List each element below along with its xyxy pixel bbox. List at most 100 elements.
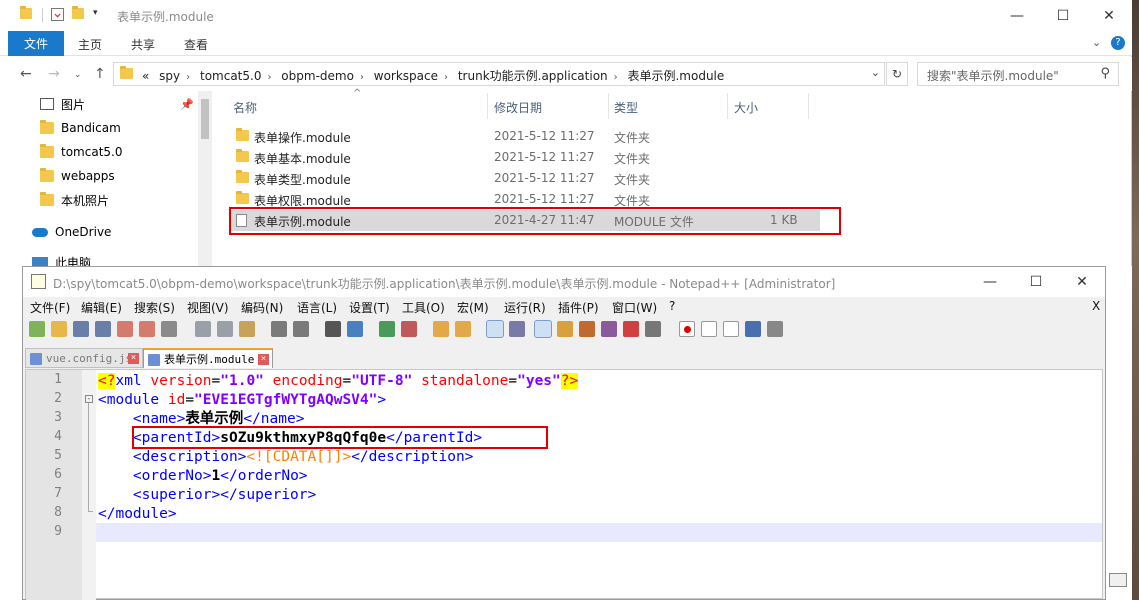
menu-run[interactable]: 运行(R) xyxy=(504,299,546,316)
minimize-button[interactable]: — xyxy=(994,0,1040,31)
properties-icon[interactable] xyxy=(51,8,64,21)
new-folder-icon[interactable] xyxy=(72,6,84,22)
close-tab-icon[interactable]: × xyxy=(258,354,269,365)
address-bar[interactable]: « spy › tomcat5.0 › obpm-demo › workspace › … xyxy=(113,62,885,86)
menu-search[interactable]: 搜索(S) xyxy=(134,299,175,316)
save-icon[interactable] xyxy=(73,321,89,337)
replace-icon[interactable] xyxy=(347,321,363,337)
redo-icon[interactable] xyxy=(293,321,309,337)
file-row[interactable]: 表单类型.module 2021-5-12 11:27 文件夹 xyxy=(230,168,820,189)
breadcrumb-item[interactable]: 表单示例.module xyxy=(627,69,724,83)
doc-map-icon[interactable] xyxy=(579,321,595,337)
tab-file[interactable]: 文件 xyxy=(8,31,64,56)
menu-plugins[interactable]: 插件(P) xyxy=(558,299,599,316)
breadcrumb-prefix[interactable]: « xyxy=(142,69,149,83)
close-all-icon[interactable] xyxy=(139,321,155,337)
folder-workspace-icon[interactable] xyxy=(623,321,639,337)
scrollbar-thumb[interactable] xyxy=(201,99,209,139)
sidebar-item-tomcat[interactable]: tomcat5.0 xyxy=(40,142,122,162)
find-icon[interactable] xyxy=(325,321,341,337)
back-arrow-icon[interactable]: ← xyxy=(20,66,32,82)
tab-view[interactable]: 查看 xyxy=(184,36,208,53)
udl-icon[interactable] xyxy=(557,321,573,337)
recent-dropdown-icon[interactable]: ⌄ xyxy=(74,70,82,80)
close-tab-icon[interactable]: × xyxy=(128,353,139,364)
tab-home[interactable]: 主页 xyxy=(78,36,102,53)
menu-settings[interactable]: 设置(T) xyxy=(349,299,390,316)
cut-icon[interactable] xyxy=(195,321,211,337)
undo-icon[interactable] xyxy=(271,321,287,337)
folder-icon[interactable] xyxy=(20,6,32,22)
show-all-chars-icon[interactable] xyxy=(509,321,525,337)
sync-vertical-icon[interactable] xyxy=(433,321,449,337)
chevron-right-icon[interactable]: › xyxy=(360,72,364,83)
open-file-icon[interactable] xyxy=(51,321,67,337)
breadcrumb-item[interactable]: spy xyxy=(159,69,180,83)
menu-window[interactable]: 窗口(W) xyxy=(612,299,657,316)
address-dropdown-icon[interactable]: ⌄ xyxy=(871,66,880,79)
chevron-right-icon[interactable]: › xyxy=(614,72,618,83)
column-divider[interactable] xyxy=(487,93,488,119)
quick-access-dropdown-icon[interactable]: ▾ xyxy=(93,8,98,18)
run-macro-multiple-icon[interactable] xyxy=(745,321,761,337)
sidebar-item-onedrive[interactable]: OneDrive xyxy=(32,222,111,242)
save-all-icon[interactable] xyxy=(95,321,111,337)
breadcrumb-item[interactable]: tomcat5.0 xyxy=(200,69,261,83)
forward-arrow-icon[interactable]: → xyxy=(48,66,60,82)
maximize-button[interactable]: ☐ xyxy=(1040,0,1086,31)
print-icon[interactable] xyxy=(161,321,177,337)
file-row[interactable]: 表单操作.module 2021-5-12 11:27 文件夹 xyxy=(230,126,820,147)
close-document-x[interactable]: X xyxy=(1092,299,1100,313)
sidebar-item-this-pc[interactable]: 此电脑 xyxy=(32,254,91,266)
tab-vue-config[interactable]: vue.config.js × xyxy=(25,348,143,368)
sidebar-scrollbar[interactable] xyxy=(198,91,212,266)
sidebar-item-photos[interactable]: 本机照片 xyxy=(40,190,109,210)
zoom-in-icon[interactable] xyxy=(379,321,395,337)
menu-macro[interactable]: 宏(M) xyxy=(457,299,489,316)
menu-view[interactable]: 视图(V) xyxy=(187,299,229,316)
menu-help[interactable]: ? xyxy=(669,299,675,313)
sidebar-item-pictures[interactable]: 图片 📌 xyxy=(40,94,194,114)
stop-macro-icon[interactable] xyxy=(701,321,717,337)
file-row[interactable]: 表单基本.module 2021-5-12 11:27 文件夹 xyxy=(230,147,820,168)
breadcrumb-item[interactable]: trunk功能示例.application xyxy=(458,69,608,83)
menu-tools[interactable]: 工具(O) xyxy=(402,299,445,316)
sidebar-item-bandicam[interactable]: Bandicam xyxy=(40,118,121,138)
zoom-out-icon[interactable] xyxy=(401,321,417,337)
column-header-size[interactable]: 大小 xyxy=(734,99,758,116)
record-macro-icon[interactable] xyxy=(679,321,695,337)
help-icon[interactable]: ? xyxy=(1111,36,1125,50)
column-header-name[interactable]: 名称 xyxy=(233,99,257,116)
code-editor[interactable]: 1 2 3 4 5 6 7 8 9 - <?xml version="1.0" … xyxy=(25,369,1103,600)
tab-form-module[interactable]: 表单示例.module × xyxy=(143,348,273,368)
new-file-icon[interactable] xyxy=(29,321,45,337)
close-button[interactable]: ✕ xyxy=(1059,267,1105,297)
column-header-type[interactable]: 类型 xyxy=(614,99,638,116)
refresh-button[interactable]: ↻ xyxy=(886,62,908,86)
breadcrumb-item[interactable]: obpm-demo xyxy=(281,69,354,83)
menu-language[interactable]: 语言(L) xyxy=(297,299,337,316)
copy-icon[interactable] xyxy=(217,321,233,337)
column-divider[interactable] xyxy=(808,93,809,119)
menu-encoding[interactable]: 编码(N) xyxy=(241,299,283,316)
breadcrumb-item[interactable]: workspace xyxy=(374,69,438,83)
sidebar-item-webapps[interactable]: webapps xyxy=(40,166,115,186)
minimize-button[interactable]: — xyxy=(967,267,1013,297)
pin-icon[interactable]: 📌 xyxy=(180,98,194,111)
save-macro-icon[interactable] xyxy=(767,321,783,337)
maximize-button[interactable]: ☐ xyxy=(1013,267,1059,297)
ribbon-expand-chevron-icon[interactable]: ⌄ xyxy=(1092,36,1101,49)
chevron-right-icon[interactable]: › xyxy=(267,72,271,83)
menu-edit[interactable]: 编辑(E) xyxy=(81,299,122,316)
tab-share[interactable]: 共享 xyxy=(131,36,155,53)
close-button[interactable]: ✕ xyxy=(1086,0,1132,31)
close-file-icon[interactable] xyxy=(117,321,133,337)
column-divider[interactable] xyxy=(727,93,728,119)
column-header-date[interactable]: 修改日期 xyxy=(494,99,542,116)
view-toggle-icon[interactable] xyxy=(1109,573,1127,587)
fold-collapse-icon[interactable]: - xyxy=(85,395,93,403)
menu-file[interactable]: 文件(F) xyxy=(30,299,70,316)
paste-icon[interactable] xyxy=(239,321,255,337)
search-input[interactable]: 搜索"表单示例.module" ⚲ xyxy=(917,62,1119,86)
function-list-icon[interactable] xyxy=(601,321,617,337)
